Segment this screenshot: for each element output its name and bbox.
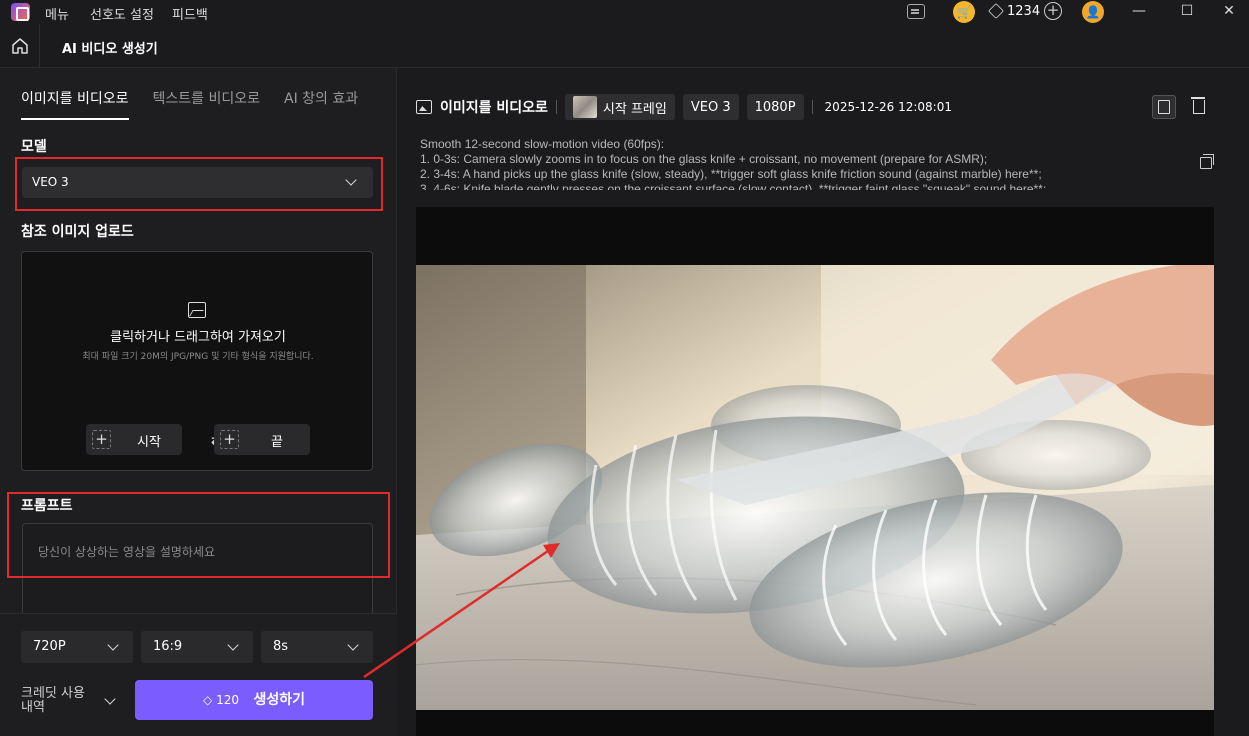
app-logo-icon xyxy=(11,3,30,21)
mode-tabs: 이미지를 비디오로 텍스트를 비디오로 AI 창의 효과 xyxy=(21,88,358,120)
duration-value: 8s xyxy=(273,639,289,654)
gem-icon xyxy=(988,3,1004,19)
upload-dropzone[interactable]: 클릭하거나 드래그하여 가져오기 최대 파일 크기 20M의 JPG/PNG 및… xyxy=(21,251,373,471)
ratio-select[interactable]: 16:9 xyxy=(141,631,253,663)
credit-cost: ◇ 120 xyxy=(203,693,239,707)
copy-icon[interactable] xyxy=(1200,154,1214,169)
model-label: 모델 xyxy=(21,139,47,155)
chevron-down-icon xyxy=(107,639,119,651)
close-window-button[interactable]: ✕ xyxy=(1209,0,1249,24)
page-title: AI 비디오 생성기 xyxy=(62,42,158,57)
resolution-chip: 1080P xyxy=(746,94,804,120)
result-prompt-text: Smooth 12-second slow-motion video (60fp… xyxy=(420,137,1047,190)
upload-label: 참조 이미지 업로드 xyxy=(21,224,134,240)
trash-icon[interactable] xyxy=(1190,97,1206,115)
user-avatar-icon[interactable]: 👤 xyxy=(1082,1,1104,23)
home-icon xyxy=(11,38,28,54)
chevron-down-icon xyxy=(347,639,359,651)
generate-bar: 720P 16:9 8s 크레딧 사용 내역 ◇ 120 생성하기 xyxy=(0,613,397,736)
ratio-value: 16:9 xyxy=(153,639,183,654)
plus-icon: + xyxy=(92,430,111,449)
plus-icon: + xyxy=(220,430,239,449)
maximize-button[interactable]: ☐ xyxy=(1167,0,1207,24)
image-upload-icon xyxy=(188,302,206,318)
home-button[interactable] xyxy=(0,24,40,68)
result-header: 이미지를 비디오로 시작 프레임 VEO 3 1080P 2025-12-26 … xyxy=(416,93,952,121)
highlight-box-prompt xyxy=(7,492,390,578)
result-title: 이미지를 비디오로 xyxy=(440,100,548,116)
start-frame-button[interactable]: + 시작 xyxy=(86,424,182,455)
tab-ai-effects[interactable]: AI 창의 효과 xyxy=(284,88,358,120)
divider xyxy=(811,100,813,114)
duration-select[interactable]: 8s xyxy=(261,631,373,663)
tab-image-to-video[interactable]: 이미지를 비디오로 xyxy=(21,88,129,120)
divider xyxy=(555,100,557,114)
credit-history-link[interactable]: 크레딧 사용 내역 xyxy=(21,687,101,715)
edit-icon[interactable] xyxy=(1152,95,1176,119)
frame-chip: 시작 프레임 xyxy=(564,94,675,120)
gem-balance: 1234 + xyxy=(988,0,1063,22)
tab-text-to-video[interactable]: 텍스트를 비디오로 xyxy=(153,88,261,120)
image-icon xyxy=(416,100,432,114)
resolution-select[interactable]: 720P xyxy=(21,631,133,663)
cart-icon[interactable]: 🛒 xyxy=(953,1,975,23)
upload-hint: 최대 파일 크기 20M의 JPG/PNG 및 기타 형식을 지원합니다. xyxy=(82,352,314,362)
video-frame[interactable] xyxy=(416,265,1214,710)
message-icon[interactable] xyxy=(907,4,925,19)
frame-thumbnail xyxy=(572,96,597,118)
model-chip: VEO 3 xyxy=(682,94,739,120)
chevron-down-icon xyxy=(227,639,239,651)
left-panel: 이미지를 비디오로 텍스트를 비디오로 AI 창의 효과 모델 VEO 3 참조… xyxy=(0,68,397,736)
gem-count: 1234 xyxy=(1007,3,1041,19)
created-datetime: 2025-12-26 12:08:01 xyxy=(824,100,952,114)
title-bar: 메뉴 선호도 설정 피드백 🛒 1234 + 👤 — ☐ ✕ xyxy=(0,0,1249,24)
video-player[interactable] xyxy=(416,207,1214,736)
frame-chip-label: 시작 프레임 xyxy=(602,101,667,117)
end-frame-button[interactable]: + 끝 xyxy=(214,424,310,455)
start-frame-label: 시작 xyxy=(137,435,161,450)
chevron-down-icon[interactable] xyxy=(104,693,116,705)
generate-button[interactable]: ◇ 120 생성하기 xyxy=(135,680,373,720)
end-frame-label: 끝 xyxy=(271,435,283,450)
generate-label: 생성하기 xyxy=(253,692,305,708)
result-panel: 이미지를 비디오로 시작 프레임 VEO 3 1080P 2025-12-26 … xyxy=(398,68,1249,736)
video-still-image xyxy=(416,265,1214,710)
menu-preferences[interactable]: 선호도 설정 xyxy=(90,4,154,23)
minimize-button[interactable]: — xyxy=(1119,0,1159,24)
upload-instruction: 클릭하거나 드래그하여 가져오기 xyxy=(110,330,286,345)
menu-main[interactable]: 메뉴 xyxy=(45,4,69,23)
menu-feedback[interactable]: 피드백 xyxy=(172,4,208,23)
add-credits-icon[interactable]: + xyxy=(1044,2,1063,20)
resolution-value: 720P xyxy=(33,639,66,654)
page-header: AI 비디오 생성기 xyxy=(0,24,1249,68)
highlight-box-model xyxy=(15,157,383,211)
